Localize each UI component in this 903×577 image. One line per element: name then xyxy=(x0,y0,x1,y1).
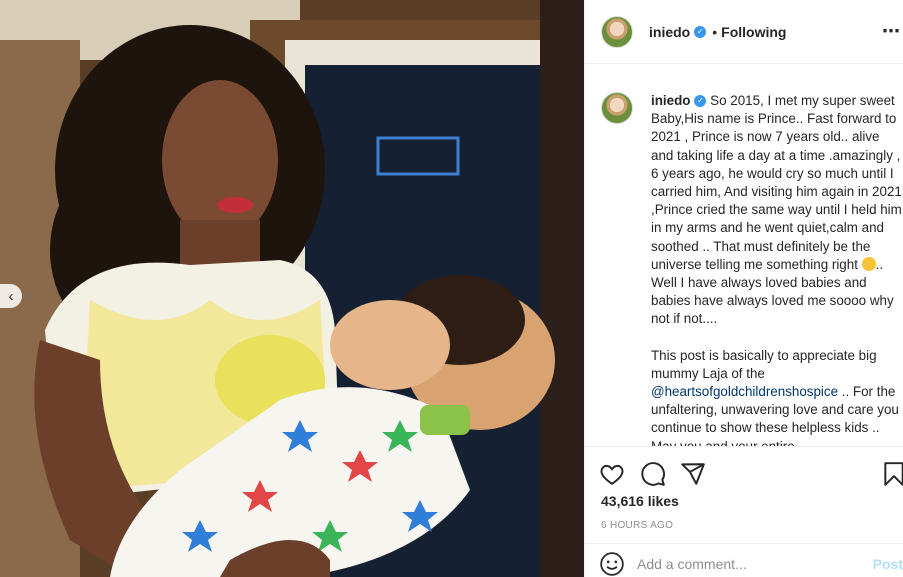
caption-text-part-1: So 2015, I met my super sweet Baby,His n… xyxy=(651,93,902,272)
post-timestamp[interactable]: 6 HOURS AGO xyxy=(601,520,673,531)
caption-username[interactable]: iniedo xyxy=(651,93,690,108)
caption-verified-badge-icon: ✓ xyxy=(694,95,707,108)
caption-paragraph-1: iniedo ✓ So 2015, I met my super sweet Ba… xyxy=(651,92,903,329)
comment-input[interactable] xyxy=(637,555,857,572)
mention-link[interactable]: @heartsofgoldchildrenshospice xyxy=(651,384,838,399)
post-detail-panel: iniedo ✓ • Following ⋯ iniedo ✓ So 2015, … xyxy=(584,0,903,577)
likes-count[interactable]: 43,616 likes xyxy=(601,493,679,509)
caption: iniedo ✓ So 2015, I met my super sweet Ba… xyxy=(601,92,903,446)
post-header: iniedo ✓ • Following ⋯ xyxy=(585,0,903,64)
emoji-picker-icon[interactable] xyxy=(599,551,625,577)
author-username[interactable]: iniedo xyxy=(649,24,690,40)
photo-illustration xyxy=(0,0,584,577)
header-separator: • xyxy=(712,23,718,40)
share-icon[interactable] xyxy=(680,461,706,487)
caption-text: iniedo ✓ So 2015, I met my super sweet Ba… xyxy=(651,92,903,446)
post-photo: ‹ xyxy=(0,0,584,577)
more-options-icon[interactable]: ⋯ xyxy=(882,22,901,40)
verified-badge-icon: ✓ xyxy=(694,25,707,38)
caption-paragraph-2: This post is basically to appreciate big… xyxy=(651,347,903,446)
caption-avatar[interactable] xyxy=(601,92,633,124)
heart-icon[interactable] xyxy=(599,461,625,487)
post-comment-button[interactable]: Post xyxy=(873,556,903,572)
chevron-left-icon: ‹ xyxy=(8,287,14,305)
bookmark-icon[interactable] xyxy=(881,461,903,487)
post-actions: 43,616 likes 6 HOURS AGO Post xyxy=(585,446,903,577)
author-avatar[interactable] xyxy=(601,15,633,48)
comment-icon[interactable] xyxy=(640,461,666,487)
caption-text-part-3: This post is basically to appreciate big… xyxy=(651,347,881,381)
following-button[interactable]: Following xyxy=(721,24,786,40)
smirk-emoji-icon xyxy=(861,256,876,271)
add-comment-form: Post xyxy=(585,543,903,577)
comments-section[interactable]: iniedo ✓ So 2015, I met my super sweet Ba… xyxy=(585,64,903,446)
